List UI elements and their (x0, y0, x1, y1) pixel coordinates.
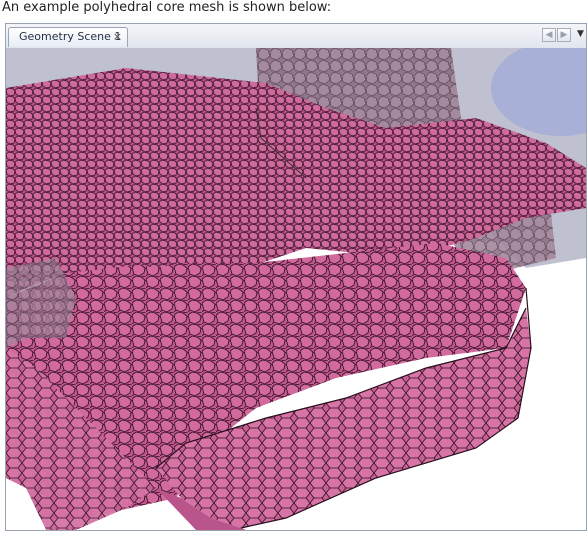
polyhedral-mesh-render (6, 48, 586, 530)
close-icon[interactable]: × (113, 28, 122, 46)
caption-text: An example polyhedral core mesh is shown… (2, 0, 332, 15)
chevron-down-icon[interactable]: ▼ (574, 28, 587, 42)
tab-bar: Geometry Scene 1 × ◀ ▶ ▼ (6, 24, 586, 49)
scene-viewport[interactable] (6, 48, 586, 530)
tab-geometry-scene-1[interactable]: Geometry Scene 1 × (8, 27, 128, 47)
triangle-left-icon[interactable]: ◀ (542, 28, 556, 42)
triangle-right-icon[interactable]: ▶ (557, 28, 571, 42)
geometry-scene-window: Geometry Scene 1 × ◀ ▶ ▼ (5, 23, 587, 531)
tab-label: Geometry Scene 1 (19, 30, 122, 43)
